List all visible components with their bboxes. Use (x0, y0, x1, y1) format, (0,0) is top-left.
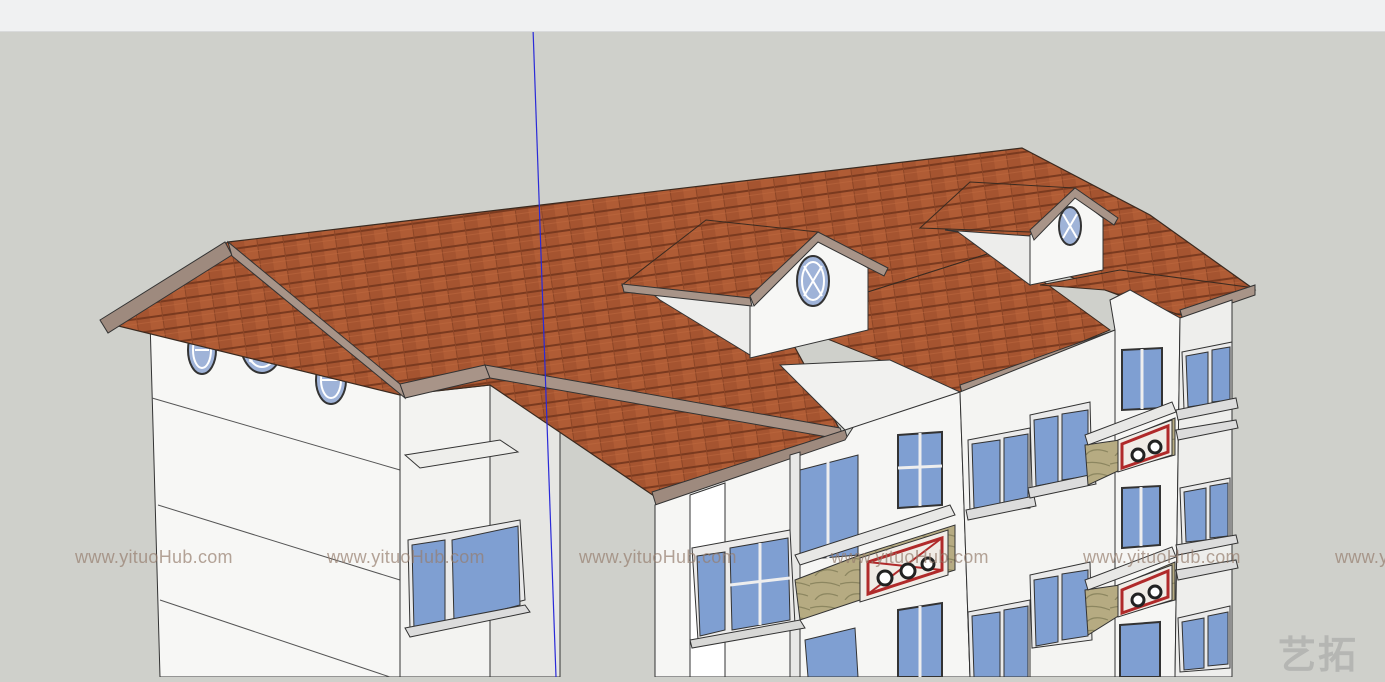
watermark-text: www.yituoHub.com (1083, 547, 1241, 567)
watermark-text: www.yituoHub.com (579, 547, 737, 567)
left-bay-column (399, 384, 561, 678)
3d-viewport[interactable] (0, 0, 1385, 678)
watermark-text: www.yituoHub.com (327, 547, 485, 567)
watermark-logo: 艺拓 (1278, 633, 1359, 677)
watermark-text: www.yituoHub.com (75, 547, 233, 567)
toolbar-area (0, 0, 1385, 32)
watermark-text: www.yituoHub.com (831, 547, 989, 567)
model-canvas[interactable] (0, 0, 1385, 678)
watermark-text: www.yituoHub.com (1335, 547, 1385, 567)
